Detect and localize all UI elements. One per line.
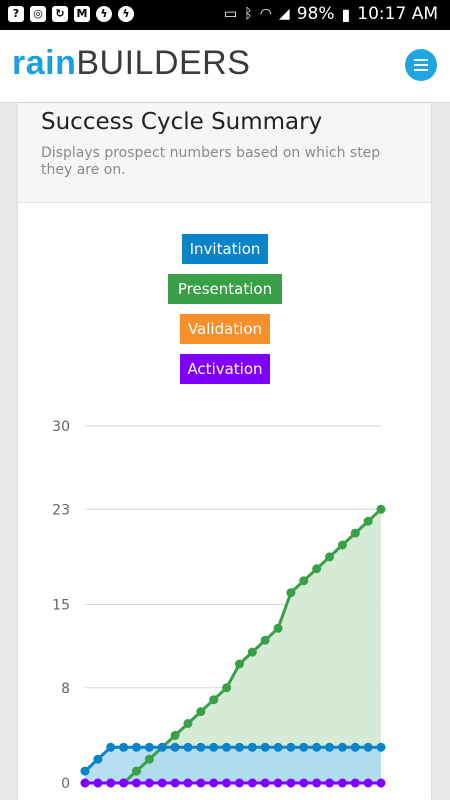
legend-activation[interactable]: Activation	[180, 354, 270, 384]
logo-builders-text: BUILDERS	[76, 44, 251, 82]
gmail-notification-icon: M	[74, 6, 90, 22]
app-header: rainBUILDERS	[0, 30, 450, 103]
logo-rain-text: rain	[12, 44, 77, 82]
legend-presentation[interactable]: Presentation	[168, 274, 282, 304]
card-title: Success Cycle Summary	[41, 109, 323, 135]
camera-notification-icon: ◎	[30, 6, 46, 22]
legend-invitation[interactable]: Invitation	[182, 234, 268, 264]
status-time: 10:17 AM	[357, 4, 438, 24]
bluetooth-icon: ᛒ	[244, 6, 253, 22]
wifi-icon: ◠	[259, 6, 272, 22]
card-header: Success Cycle Summary Displays prospect …	[18, 103, 431, 203]
messenger-notification-icon-2: ϟ	[118, 6, 134, 22]
battery-icon: ▮	[341, 4, 351, 24]
legend-label: Invitation	[189, 240, 261, 258]
cast-icon: ▭	[224, 6, 238, 22]
sync-notification-icon: ↻	[52, 6, 68, 22]
success-cycle-card: Success Cycle Summary Displays prospect …	[18, 103, 431, 800]
status-bar: ? ◎ ↻ M ϟ ϟ ▭ ᛒ ◠ ◢ 98% ▮ 10:17 AM	[0, 0, 450, 30]
card-subtitle: Displays prospect numbers based on which…	[41, 145, 381, 178]
menu-icon-bar	[414, 64, 428, 66]
menu-icon-bar	[414, 69, 428, 71]
legend-validation[interactable]: Validation	[180, 314, 270, 344]
signal-icon: ◢	[278, 6, 290, 22]
help-notification-icon: ?	[8, 6, 24, 22]
legend-label: Validation	[187, 320, 263, 338]
legend-label: Activation	[187, 360, 263, 378]
battery-percent: 98%	[296, 4, 335, 24]
notification-icons: ? ◎ ↻ M ϟ ϟ	[8, 6, 134, 22]
menu-icon-bar	[414, 59, 428, 61]
messenger-notification-icon: ϟ	[96, 6, 112, 22]
hamburger-menu-button[interactable]	[405, 49, 437, 81]
legend-label: Presentation	[177, 280, 273, 298]
rainbuilders-logo[interactable]: rainBUILDERS	[12, 44, 250, 83]
